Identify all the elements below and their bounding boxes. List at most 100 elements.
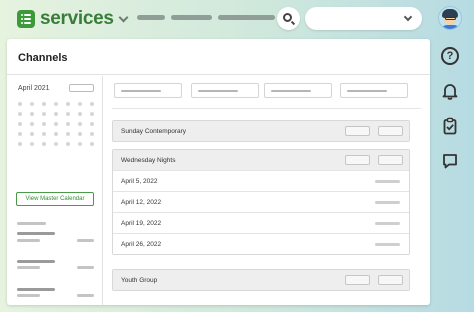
calendar-day[interactable] [78,112,82,116]
calendar-day[interactable] [54,142,58,146]
calendar-day[interactable] [30,102,34,106]
chevron-down-icon[interactable] [118,12,129,22]
nav-item-1[interactable] [137,15,165,20]
channels-panel: Channels April 2021 View Master Calendar… [7,39,430,305]
sidebar-item-sub [17,266,40,269]
sidebar-heading [17,222,46,225]
calendar-day[interactable] [18,132,22,136]
table-row[interactable]: April 5, 2022 [113,170,409,191]
row-status [375,222,400,225]
calendar-day[interactable] [30,142,34,146]
channel-action-button[interactable] [378,155,403,165]
chat-icon[interactable] [441,152,459,170]
calendar-day[interactable] [42,102,46,106]
channel-section: Youth Group [112,269,410,291]
view-master-calendar-button[interactable]: View Master Calendar [16,192,94,206]
row-status [375,201,400,204]
nav-item-2[interactable] [171,15,212,20]
calendar-day[interactable] [54,132,58,136]
sidebar-item-count [77,266,94,269]
channel-action-button[interactable] [378,126,403,136]
calendar-month-label: April 2021 [18,85,50,92]
calendar-day[interactable] [42,122,46,126]
calendar-day[interactable] [78,102,82,106]
calendar-day[interactable] [90,122,94,126]
calendar-day[interactable] [66,122,70,126]
calendar-day[interactable] [30,112,34,116]
calendar-day[interactable] [66,132,70,136]
channel-action-button[interactable] [378,275,403,285]
channel-action-button[interactable] [345,275,370,285]
row-status [375,180,400,183]
table-row[interactable]: April 12, 2022 [113,191,409,212]
calendar-day[interactable] [42,132,46,136]
table-row[interactable]: April 19, 2022 [113,212,409,233]
nav-item-3[interactable] [218,15,275,20]
bell-icon[interactable] [441,82,459,100]
org-select[interactable] [305,7,422,30]
search-button[interactable] [277,7,300,30]
help-icon[interactable]: ? [441,47,459,65]
calendar-day[interactable] [54,102,58,106]
filter-field-3[interactable] [264,83,332,98]
app-logo[interactable]: services [17,8,129,30]
calendar-day[interactable] [66,112,70,116]
sidebar-item-sub [17,239,40,242]
channel-list: Sunday Contemporary Wednesday Nights Apr… [112,76,421,305]
row-date: April 19, 2022 [121,220,162,227]
row-date: April 26, 2022 [121,241,162,248]
calendar-day[interactable] [66,102,70,106]
chevron-down-icon [403,12,413,22]
app-name: services [40,8,114,29]
calendar-day[interactable] [78,122,82,126]
filter-field-4[interactable] [340,83,408,98]
calendar-day[interactable] [18,112,22,116]
filter-field-1[interactable] [114,83,182,98]
calendar-day[interactable] [54,112,58,116]
channel-header[interactable]: Sunday Contemporary [113,121,409,141]
channel-header[interactable]: Youth Group [113,270,409,290]
calendar-day[interactable] [42,142,46,146]
channel-title: Sunday Contemporary [121,128,187,135]
calendar-day[interactable] [18,122,22,126]
channel-section: Sunday Contemporary [112,120,410,142]
month-picker-button[interactable] [69,84,94,92]
avatar[interactable] [438,6,462,30]
sidebar-item-count [77,294,94,297]
calendar-day[interactable] [90,112,94,116]
sidebar-item-sub [17,294,40,297]
channel-title: Youth Group [121,277,158,284]
sidebar-item[interactable] [17,260,55,263]
calendar-day[interactable] [30,132,34,136]
table-row[interactable]: April 26, 2022 [113,233,409,254]
filter-field-2[interactable] [191,83,259,98]
calendar-day[interactable] [90,102,94,106]
calendar-day[interactable] [18,102,22,106]
channel-header[interactable]: Wednesday Nights [113,150,409,170]
channel-section: Wednesday Nights April 5, 2022 April 12,… [112,149,410,255]
sidebar-item-count [77,239,94,242]
page-title: Channels [18,52,68,64]
clipboard-check-icon[interactable] [441,117,459,135]
sidebar: April 2021 View Master Calendar [7,76,103,305]
calendar-day[interactable] [54,122,58,126]
channel-action-button[interactable] [345,126,370,136]
panel-header: Channels [7,39,430,75]
row-date: April 12, 2022 [121,199,162,206]
calendar-day[interactable] [78,132,82,136]
mini-calendar[interactable] [18,102,94,146]
calendar-day[interactable] [42,112,46,116]
calendar-day[interactable] [66,142,70,146]
calendar-day[interactable] [90,142,94,146]
services-logo-icon [17,10,35,28]
channel-action-button[interactable] [345,155,370,165]
calendar-day[interactable] [18,142,22,146]
sidebar-item[interactable] [17,288,55,291]
row-date: April 5, 2022 [121,178,158,185]
row-status [375,243,400,246]
calendar-day[interactable] [78,142,82,146]
channel-title: Wednesday Nights [121,157,176,164]
sidebar-item[interactable] [17,232,55,235]
calendar-day[interactable] [90,132,94,136]
calendar-day[interactable] [30,122,34,126]
